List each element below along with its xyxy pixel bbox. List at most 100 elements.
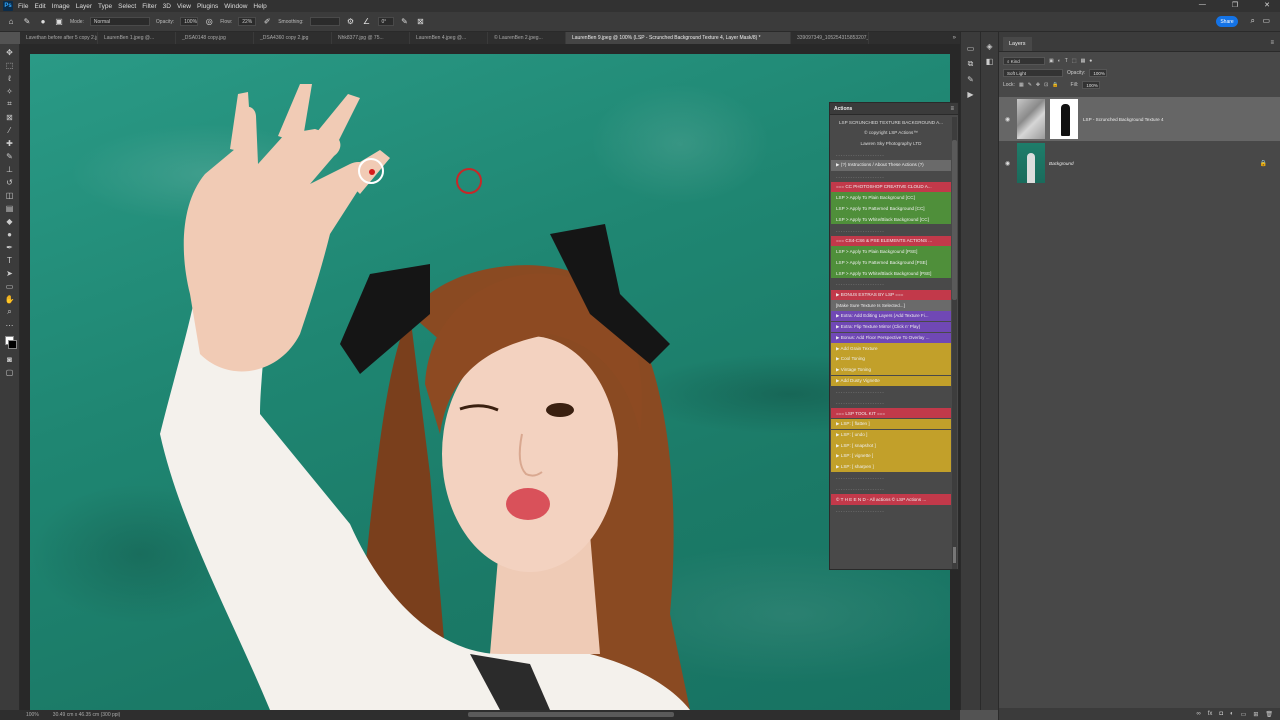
action-separator[interactable]: - - - - - - - - - - - - - - - - - - - - — [831, 386, 951, 397]
action-item[interactable]: [Make Sure Texture Is Selected...] — [831, 300, 951, 311]
menu-type[interactable]: Type — [98, 3, 112, 10]
layer-name[interactable]: Background — [1049, 161, 1074, 166]
angle-field[interactable]: 0° — [377, 17, 394, 26]
lasso-tool-icon[interactable]: ℓ — [4, 72, 16, 84]
eraser-tool-icon[interactable]: ◫ — [4, 189, 16, 201]
pen-tool-icon[interactable]: ✒ — [4, 241, 16, 253]
visibility-eye-icon[interactable]: ◉ — [1005, 160, 1010, 167]
minimize-button[interactable]: — — [1199, 1, 1206, 9]
menu-image[interactable]: Image — [52, 3, 70, 10]
menu-window[interactable]: Window — [224, 3, 247, 10]
close-window-button[interactable]: ✕ — [1264, 1, 1270, 9]
doc-tab-active[interactable]: LaurenBen 9.jpeg @ 100% (LSP - Scrunched… — [566, 32, 791, 44]
menu-select[interactable]: Select — [118, 3, 136, 10]
canvas-horizontal-scrollbar[interactable] — [468, 712, 674, 717]
action-item[interactable]: === LSP TOOL KIT === — [831, 408, 951, 419]
new-group-icon[interactable]: ▭ — [1241, 711, 1247, 718]
history-icon[interactable]: ⧉ — [968, 59, 974, 69]
action-item[interactable]: LSP > Apply To Plain Background [PSE] — [831, 246, 951, 257]
filter-pixel-icon[interactable]: ▣ — [1049, 58, 1054, 64]
brush-panel-icon[interactable]: ✎ — [967, 75, 974, 84]
crop-tool-icon[interactable]: ⌗ — [4, 98, 16, 110]
filter-type-icon[interactable]: T — [1065, 58, 1068, 64]
share-button[interactable]: Share — [1216, 16, 1238, 27]
action-item[interactable]: ▶ LSP: [ snapshot ] — [831, 440, 951, 451]
menu-help[interactable]: Help — [253, 3, 266, 10]
menu-plugins[interactable]: Plugins — [197, 3, 218, 10]
canvas-area[interactable]: Actions ≡ LSP SCRUNCHED TEXTURE BACKGROU… — [20, 44, 960, 710]
action-item[interactable]: ▶ Add Dusty Vignette — [831, 375, 951, 387]
eyedropper-tool-icon[interactable]: ⁄ — [4, 124, 16, 136]
history-brush-icon[interactable]: ↺ — [4, 176, 16, 188]
filter-adjust-icon[interactable]: ◐ — [1058, 58, 1061, 64]
smoothing-gear-icon[interactable]: ⚙ — [346, 17, 356, 27]
menu-filter[interactable]: Filter — [142, 3, 156, 10]
canvas-vertical-scrollbar[interactable] — [952, 140, 957, 300]
delete-layer-icon[interactable]: 🗑 — [1265, 711, 1273, 718]
action-item[interactable]: ▶ LSP: [ vignette ] — [831, 451, 951, 462]
link-layers-icon[interactable]: ∞ — [1196, 711, 1200, 717]
layer-row-background[interactable]: ◉ Background 🔒 — [999, 141, 1280, 185]
zoom-tool-icon[interactable]: ⌕ — [4, 306, 16, 318]
layer-fill-field[interactable]: 100% — [1082, 81, 1101, 89]
action-separator[interactable]: - - - - - - - - - - - - - - - - - - - - — [831, 483, 951, 494]
tabs-overflow-icon[interactable]: » — [949, 35, 960, 41]
search-icon[interactable]: ⌕ — [1251, 16, 1255, 26]
action-separator[interactable]: - - - - - - - - - - - - - - - - - - - - — [831, 170, 951, 182]
doc-tab[interactable]: Lavethan before after 5 copy 2.jpg — [20, 32, 98, 44]
mode-select[interactable]: Normal — [89, 17, 150, 26]
layer-mask-thumbnail[interactable] — [1050, 99, 1078, 139]
lock-artboard-icon[interactable]: ⊡ — [1044, 82, 1048, 88]
action-item[interactable]: ▶ (?) Instructions / About These Actions… — [831, 160, 951, 171]
layer-thumbnail[interactable] — [1017, 143, 1045, 183]
lock-paint-icon[interactable]: ✎ — [1028, 82, 1032, 88]
pressure-opacity-icon[interactable]: ◎ — [204, 17, 214, 27]
doc-tab[interactable]: 339097349_105254315853207_398435872735..… — [791, 32, 869, 44]
action-item[interactable]: LSP > Apply To Plain Background [CC] — [831, 192, 951, 203]
kind-filter-select[interactable]: ⌕ Kind — [1003, 57, 1045, 65]
action-separator[interactable]: - - - - - - - - - - - - - - - - - - - - — [831, 224, 951, 236]
action-item[interactable]: ▶ Extra: Flip Texture Mirror (Click n' P… — [831, 321, 951, 333]
brush-tool-icon[interactable]: ✎ — [4, 150, 16, 162]
action-item[interactable]: === CS4-CS6 & PSE ELEMENTS ACTIONS ... — [831, 235, 951, 246]
doc-tab[interactable]: _DSA0148 copy.jpg — [176, 32, 254, 44]
action-item[interactable]: ▶ BONUS EXTRAS BY LSP === — [831, 289, 951, 300]
dodge-tool-icon[interactable]: ● — [4, 228, 16, 240]
action-item[interactable]: ▶ Bonus: Add Floor Perspective To Overla… — [831, 332, 951, 344]
move-tool-icon[interactable]: ✥ — [4, 46, 16, 58]
action-separator[interactable]: - - - - - - - - - - - - - - - - - - - - — [831, 149, 951, 160]
healing-tool-icon[interactable]: ✚ — [4, 137, 16, 149]
lock-all-icon[interactable]: 🔒 — [1052, 82, 1058, 88]
doc-tab[interactable]: _DSA4360 copy 2.jpg — [254, 32, 332, 44]
gradient-tool-icon[interactable]: ▤ — [4, 202, 16, 214]
layer-style-icon[interactable]: fx — [1208, 711, 1213, 717]
filter-toggle-icon[interactable]: ● — [1089, 58, 1092, 64]
flow-field[interactable]: 22% — [238, 17, 257, 26]
learn-icon[interactable]: ◈ — [986, 42, 992, 51]
stamp-tool-icon[interactable]: ⊥ — [4, 163, 16, 175]
pressure-size-icon[interactable]: ✎ — [400, 17, 410, 27]
action-item[interactable]: LSP > Apply To Patterned Background [PSE… — [831, 257, 951, 268]
action-item[interactable]: ▶ Extra: Add Editing Layers (Add Texture… — [831, 311, 951, 322]
document-photo[interactable] — [30, 54, 950, 710]
layers-icon[interactable]: ◧ — [986, 57, 994, 66]
action-separator[interactable]: - - - - - - - - - - - - - - - - - - - - — [831, 278, 951, 290]
blur-tool-icon[interactable]: ◆ — [4, 215, 16, 227]
workspace-icon[interactable]: ▭ — [1262, 16, 1270, 25]
panel-menu-icon[interactable]: ≡ — [1270, 40, 1274, 46]
action-separator[interactable]: - - - - - - - - - - - - - - - - - - - - — [831, 397, 951, 408]
action-separator[interactable]: - - - - - - - - - - - - - - - - - - - - — [831, 472, 951, 484]
menu-file[interactable]: File — [18, 3, 28, 10]
action-separator[interactable]: - - - - - - - - - - - - - - - - - - - - — [831, 505, 951, 516]
action-item[interactable]: Lawren Sky Photography LTD — [831, 138, 951, 149]
action-item[interactable]: LSP > Apply To Patterned Background [CC] — [831, 203, 951, 214]
action-item[interactable]: ▶ LSP: [ sharpen ] — [831, 462, 951, 473]
quick-select-tool-icon[interactable]: ✧ — [4, 85, 16, 97]
doc-tab[interactable]: Nhk8377.jpg @ 75... — [332, 32, 410, 44]
smoothing-field[interactable] — [309, 17, 340, 26]
comments-icon[interactable]: ▭ — [967, 44, 975, 53]
layer-opacity-field[interactable]: 100% — [1089, 69, 1108, 77]
opacity-field[interactable]: 100% — [180, 17, 199, 26]
visibility-eye-icon[interactable]: ◉ — [1005, 116, 1010, 123]
path-select-icon[interactable]: ➤ — [4, 267, 16, 279]
